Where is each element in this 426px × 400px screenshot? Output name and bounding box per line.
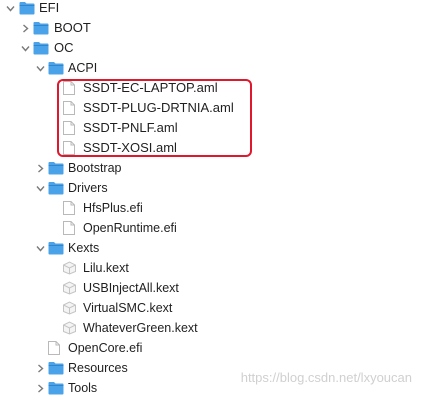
tree-row-bootstrap[interactable]: Bootstrap bbox=[0, 158, 426, 178]
kext-bundle-icon bbox=[62, 321, 78, 335]
folder-icon bbox=[48, 61, 64, 75]
file-icon bbox=[63, 201, 75, 215]
tree-row-file[interactable]: OpenRuntime.efi bbox=[0, 218, 426, 238]
kext-bundle-icon bbox=[62, 281, 78, 295]
kext-label: Lilu.kext bbox=[83, 261, 129, 275]
kext-label: VirtualSMC.kext bbox=[83, 301, 173, 315]
folder-label-resources: Resources bbox=[68, 361, 128, 375]
chevron-right-icon[interactable] bbox=[34, 378, 46, 398]
file-label: HfsPlus.efi bbox=[83, 201, 143, 215]
watermark-text: https://blog.csdn.net/lxyoucan bbox=[240, 370, 412, 385]
tree-row-kext[interactable]: WhateverGreen.kext bbox=[0, 318, 426, 338]
folder-label-drivers: Drivers bbox=[68, 181, 108, 195]
tree-row-acpi[interactable]: ACPI bbox=[0, 58, 426, 78]
kext-label: WhateverGreen.kext bbox=[83, 321, 198, 335]
folder-icon bbox=[48, 161, 64, 175]
folder-icon bbox=[33, 41, 49, 55]
folder-label-bootstrap: Bootstrap bbox=[68, 161, 122, 175]
tree-row-kext[interactable]: Lilu.kext bbox=[0, 258, 426, 278]
chevron-right-icon[interactable] bbox=[34, 158, 46, 178]
file-icon bbox=[63, 221, 75, 235]
tree-row-drivers[interactable]: Drivers bbox=[0, 178, 426, 198]
kext-bundle-icon bbox=[62, 301, 78, 315]
tree-row-kext[interactable]: USBInjectAll.kext bbox=[0, 278, 426, 298]
folder-label-oc: OC bbox=[54, 40, 74, 55]
folder-icon bbox=[33, 21, 49, 35]
kext-bundle-icon bbox=[62, 261, 78, 275]
folder-icon bbox=[48, 381, 64, 395]
chevron-down-icon[interactable] bbox=[19, 38, 31, 58]
folder-icon bbox=[48, 241, 64, 255]
folder-label-boot: BOOT bbox=[54, 20, 91, 35]
file-label-opencore: OpenCore.efi bbox=[68, 341, 143, 355]
tree-row-oc[interactable]: OC bbox=[0, 38, 426, 58]
tree-row-kext[interactable]: VirtualSMC.kext bbox=[0, 298, 426, 318]
chevron-right-icon[interactable] bbox=[34, 358, 46, 378]
folder-label-kexts: Kexts bbox=[68, 241, 100, 255]
tree-row-file[interactable]: HfsPlus.efi bbox=[0, 198, 426, 218]
tree-row-efi[interactable]: EFI bbox=[0, 0, 426, 18]
tree-row-boot[interactable]: BOOT bbox=[0, 18, 426, 38]
folder-label-acpi: ACPI bbox=[68, 61, 98, 75]
tree-row-opencore[interactable]: OpenCore.efi bbox=[0, 338, 426, 358]
highlight-box bbox=[57, 79, 252, 157]
folder-icon bbox=[48, 181, 64, 195]
chevron-down-icon[interactable] bbox=[4, 0, 16, 18]
tree-row-kexts[interactable]: Kexts bbox=[0, 238, 426, 258]
folder-icon bbox=[48, 361, 64, 375]
finder-file-tree: EFI BOOT OC ACPI SSDT-EC-LAPTOP.aml SSDT… bbox=[0, 0, 426, 400]
folder-icon bbox=[19, 1, 35, 15]
file-icon bbox=[48, 341, 60, 355]
chevron-right-icon[interactable] bbox=[19, 18, 31, 38]
folder-label-efi: EFI bbox=[39, 0, 60, 15]
chevron-down-icon[interactable] bbox=[34, 178, 46, 198]
folder-label-tools: Tools bbox=[68, 381, 98, 395]
chevron-down-icon[interactable] bbox=[34, 58, 46, 78]
chevron-down-icon[interactable] bbox=[34, 238, 46, 258]
file-label: OpenRuntime.efi bbox=[83, 221, 177, 235]
kext-label: USBInjectAll.kext bbox=[83, 281, 179, 295]
